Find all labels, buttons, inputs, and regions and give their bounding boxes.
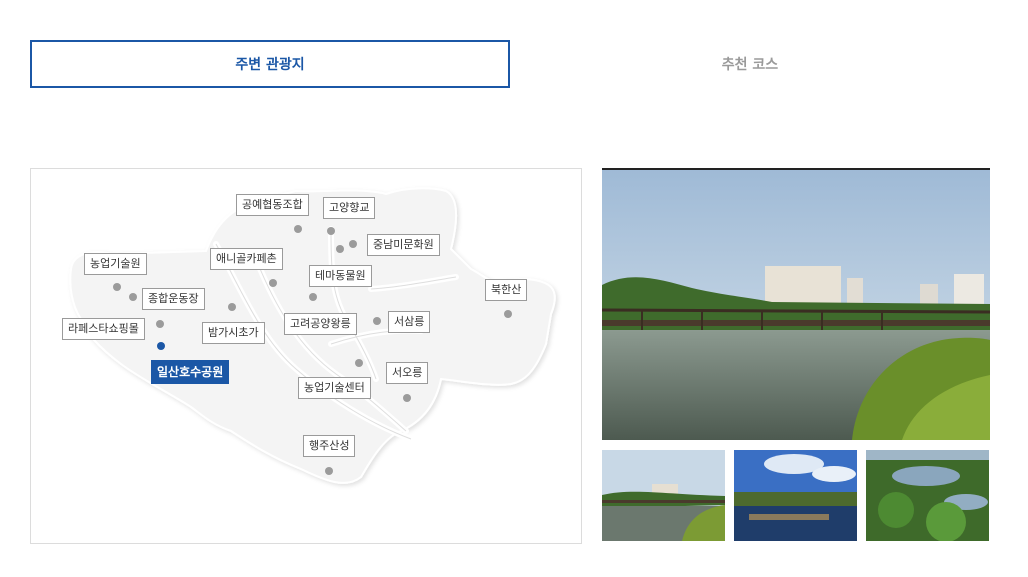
marker-bamgasi-chogga[interactable] bbox=[228, 303, 236, 311]
place-label[interactable]: 라페스타쇼핑몰 bbox=[62, 318, 145, 340]
marker-crafts-cooperative[interactable] bbox=[294, 225, 302, 233]
place-label[interactable]: 서오릉 bbox=[386, 362, 429, 384]
place-label[interactable]: 북한산 bbox=[485, 279, 528, 301]
place-label[interactable]: 밤가시초가 bbox=[202, 322, 265, 344]
thumbnail-lake-forest[interactable] bbox=[866, 450, 989, 541]
marker-goyang-hyanggyo[interactable] bbox=[327, 227, 335, 235]
tab-recommended-course[interactable]: 추천 코스 bbox=[510, 40, 990, 88]
place-label[interactable]: 공예협동조합 bbox=[236, 194, 309, 216]
place-label[interactable]: 중남미문화원 bbox=[367, 234, 440, 256]
place-label[interactable]: 고양향교 bbox=[323, 197, 376, 219]
marker-sports-complex[interactable] bbox=[129, 293, 137, 301]
place-label[interactable]: 종합운동장 bbox=[142, 288, 205, 310]
marker-agricultural-institute[interactable] bbox=[113, 283, 121, 291]
marker-lafesta-mall[interactable] bbox=[156, 320, 164, 328]
marker-ilsan-lake-park[interactable] bbox=[157, 342, 165, 350]
marker-latin-america-museum[interactable] bbox=[349, 240, 357, 248]
thumbnail-lake-pier[interactable] bbox=[734, 450, 857, 541]
marker-haengjusanseong[interactable] bbox=[325, 467, 333, 475]
marker-bukhansan[interactable] bbox=[504, 310, 512, 318]
thumbnail-lake-bridge[interactable] bbox=[602, 450, 725, 541]
marker-theme-zoo[interactable] bbox=[309, 293, 317, 301]
place-label[interactable]: 서삼릉 bbox=[388, 311, 431, 333]
place-label[interactable]: 행주산성 bbox=[303, 435, 356, 457]
area-map: 공예협동조합 고양향교 중남미문화원 애니골카페촌 테마동물원 농업기술원 종합… bbox=[30, 168, 582, 544]
place-label[interactable]: 농업기술원 bbox=[84, 253, 147, 275]
tab-bar: 주변 관광지 추천 코스 bbox=[30, 40, 990, 88]
tab-nearby-attractions[interactable]: 주변 관광지 bbox=[30, 40, 510, 88]
place-label-selected[interactable]: 일산호수공원 bbox=[151, 360, 230, 384]
place-label[interactable]: 테마동물원 bbox=[309, 265, 372, 287]
place-label[interactable]: 애니골카페촌 bbox=[210, 248, 283, 270]
marker-agricultural-tech-center[interactable] bbox=[355, 359, 363, 367]
place-label[interactable]: 농업기술센터 bbox=[298, 377, 371, 399]
marker-seosamneung[interactable] bbox=[373, 317, 381, 325]
place-label[interactable]: 고려공양왕릉 bbox=[284, 313, 357, 335]
map-regions bbox=[69, 187, 556, 484]
marker-aenigol-cafe[interactable] bbox=[269, 279, 277, 287]
marker-seooreung[interactable] bbox=[403, 394, 411, 402]
marker-theme-zoo-top[interactable] bbox=[336, 245, 344, 253]
lake-bridge-photo bbox=[602, 168, 990, 440]
